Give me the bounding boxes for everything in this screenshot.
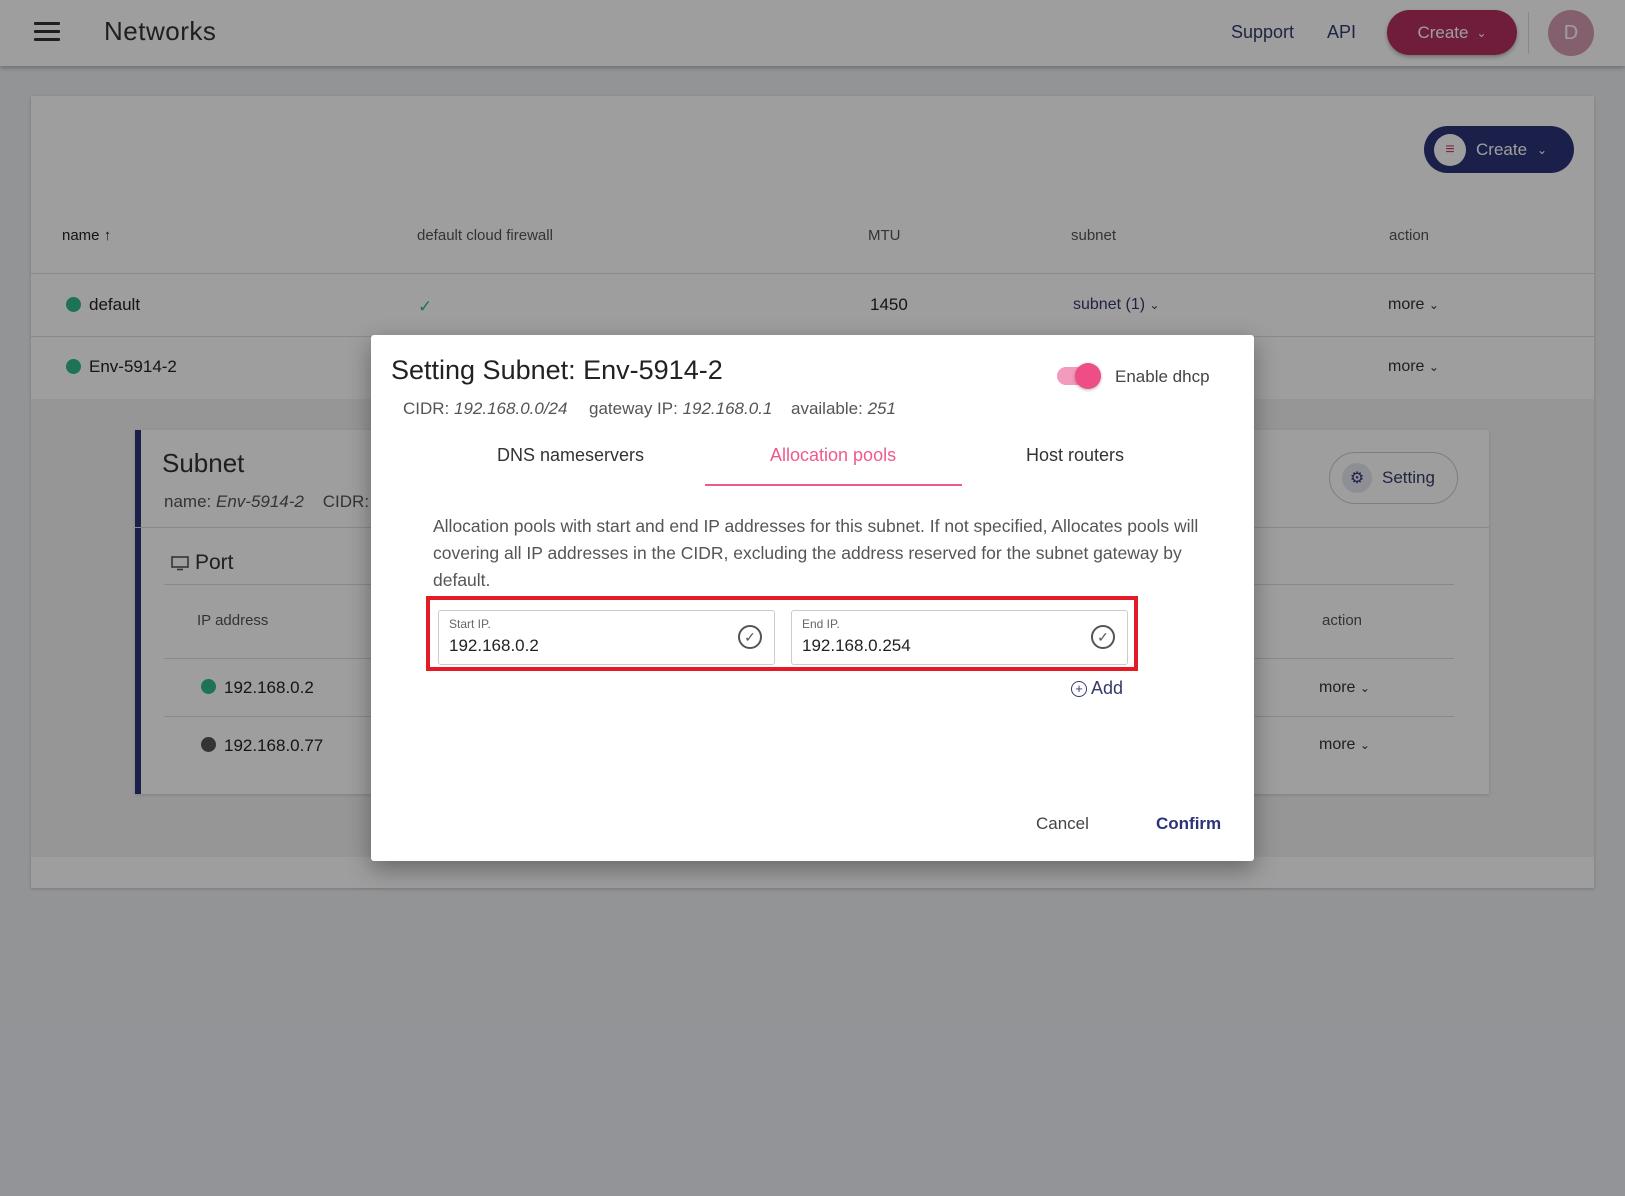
tab-host-routers[interactable]: Host routers [1026, 445, 1124, 466]
cancel-button[interactable]: Cancel [1036, 814, 1089, 834]
check-circle-icon: ✓ [738, 625, 762, 649]
cidr-info: CIDR: 192.168.0.0/24 [403, 399, 567, 419]
toggle-knob [1075, 363, 1101, 389]
dialog-title: Setting Subnet: Env-5914-2 [391, 355, 723, 385]
confirm-button[interactable]: Confirm [1156, 814, 1221, 834]
dhcp-label: Enable dhcp [1115, 367, 1210, 386]
setting-subnet-dialog: Setting Subnet: Env-5914-2 Enable dhcp C… [371, 335, 1254, 861]
check-circle-icon: ✓ [1091, 625, 1115, 649]
end-ip-label: End IP. [802, 617, 840, 631]
end-ip-value[interactable]: 192.168.0.254 [802, 636, 911, 656]
dhcp-toggle[interactable] [1057, 363, 1101, 389]
available-value: 251 [867, 399, 896, 418]
gateway-info: gateway IP: 192.168.0.1 [589, 399, 772, 419]
add-label: Add [1091, 678, 1124, 698]
add-circle-icon: + [1071, 680, 1087, 697]
active-tab-indicator [705, 484, 962, 486]
tab-dns-nameservers[interactable]: DNS nameservers [497, 445, 644, 466]
cidr-label: CIDR: [403, 399, 450, 418]
allocation-description: Allocation pools with start and end IP a… [433, 516, 1199, 590]
gateway-value: 192.168.0.1 [682, 399, 773, 418]
start-ip-label: Start IP. [449, 617, 491, 631]
cidr-value: 192.168.0.0/24 [454, 399, 568, 418]
gateway-label: gateway IP: [589, 399, 678, 418]
end-ip-field[interactable]: End IP. 192.168.0.254 ✓ [791, 610, 1128, 665]
add-pool-button[interactable]: + Add [1071, 678, 1123, 699]
available-label: available: [791, 399, 863, 418]
start-ip-value[interactable]: 192.168.0.2 [449, 636, 539, 656]
start-ip-field[interactable]: Start IP. 192.168.0.2 ✓ [438, 610, 775, 665]
available-info: available: 251 [791, 399, 896, 419]
tab-allocation-pools[interactable]: Allocation pools [770, 445, 896, 466]
